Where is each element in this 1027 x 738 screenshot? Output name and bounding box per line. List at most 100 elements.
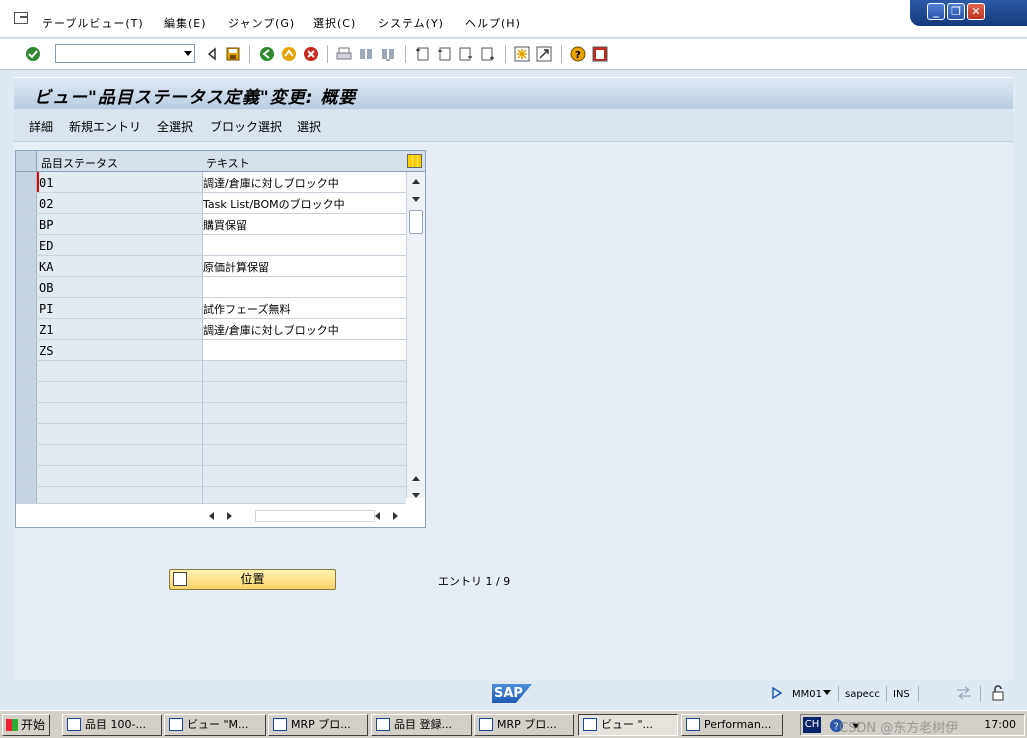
scroll-right-icon[interactable] — [227, 512, 232, 520]
cancel-icon[interactable] — [303, 46, 319, 62]
row-selector[interactable] — [16, 193, 37, 213]
menu-edit[interactable]: 編集(E) — [164, 15, 207, 31]
select-block-button[interactable]: ブロック選択 — [210, 118, 282, 135]
scrollbar-thumb[interactable] — [409, 210, 423, 234]
text-cell[interactable]: 調達/倉庫に対しブロック中 — [203, 172, 406, 192]
details-button[interactable]: 詳細 — [29, 118, 53, 135]
taskbar-item-active[interactable]: ビュー "... — [578, 714, 678, 736]
chevron-down-icon[interactable] — [184, 51, 192, 56]
app-menu-icon[interactable] — [14, 12, 28, 24]
text-cell[interactable] — [203, 235, 406, 255]
scroll-left-icon[interactable] — [375, 512, 380, 520]
text-cell[interactable]: Task List/BOMのブロック中 — [203, 193, 406, 213]
status-cell[interactable]: OB — [37, 277, 203, 297]
scroll-down-icon[interactable] — [412, 493, 420, 498]
lock-icon[interactable] — [990, 685, 1006, 701]
language-indicator[interactable]: CH — [803, 717, 821, 733]
text-cell[interactable]: 調達/倉庫に対しブロック中 — [203, 319, 406, 339]
command-field[interactable] — [55, 44, 195, 63]
find-next-icon[interactable] — [380, 46, 396, 62]
position-button[interactable]: 位置 — [169, 569, 336, 590]
status-cell[interactable]: 02 — [37, 193, 203, 213]
row-selector[interactable] — [16, 214, 37, 234]
row-selector[interactable] — [16, 445, 37, 465]
next-page-icon[interactable] — [458, 46, 474, 62]
row-selector[interactable] — [16, 277, 37, 297]
scroll-left-icon[interactable] — [209, 512, 214, 520]
shortcut-icon[interactable] — [536, 46, 552, 62]
table-settings-icon[interactable] — [407, 154, 422, 168]
status-cell[interactable]: ED — [37, 235, 203, 255]
previous-page-icon[interactable] — [436, 46, 452, 62]
start-button[interactable]: 开始 — [2, 714, 50, 736]
status-cell[interactable]: PI — [37, 298, 203, 318]
text-cell[interactable]: 原価計算保留 — [203, 256, 406, 276]
row-selector[interactable] — [16, 424, 37, 444]
chevron-down-icon[interactable] — [823, 690, 831, 695]
row-selector[interactable] — [16, 298, 37, 318]
scroll-right-icon[interactable] — [393, 512, 398, 520]
save-icon[interactable] — [225, 46, 241, 62]
row-selector[interactable] — [16, 256, 37, 276]
vertical-scrollbar[interactable] — [406, 172, 425, 498]
empty-cell — [37, 487, 203, 503]
back-icon[interactable] — [259, 46, 275, 62]
minimize-icon[interactable]: _ — [927, 3, 945, 20]
text-cell[interactable] — [203, 277, 406, 297]
status-cell[interactable]: 01 — [37, 172, 203, 192]
taskbar-item[interactable]: MRP ブロ... — [268, 714, 368, 736]
text-cell[interactable] — [203, 340, 406, 360]
restore-icon[interactable]: ❐ — [947, 3, 965, 20]
back-triangle-icon[interactable] — [204, 46, 220, 62]
row-selector[interactable] — [16, 487, 37, 503]
start-label: 开始 — [21, 718, 46, 732]
taskbar-item[interactable]: MRP ブロ... — [474, 714, 574, 736]
status-cell[interactable]: KA — [37, 256, 203, 276]
scroll-down-icon[interactable] — [412, 197, 420, 202]
find-icon[interactable] — [358, 46, 374, 62]
taskbar-item[interactable]: 品目 登録... — [371, 714, 472, 736]
help-icon[interactable]: ? — [570, 46, 586, 62]
last-page-icon[interactable] — [480, 46, 496, 62]
row-selector[interactable] — [16, 235, 37, 255]
row-selector[interactable] — [16, 403, 37, 423]
row-selector[interactable] — [16, 319, 37, 339]
status-cell[interactable]: ZS — [37, 340, 203, 360]
exit-icon[interactable] — [281, 46, 297, 62]
row-selector[interactable] — [16, 340, 37, 360]
first-page-icon[interactable] — [414, 46, 430, 62]
menu-system[interactable]: システム(Y) — [378, 15, 444, 31]
status-cell[interactable]: BP — [37, 214, 203, 234]
horizontal-scrollbar[interactable] — [201, 508, 401, 524]
empty-row — [16, 382, 406, 403]
column-header-status[interactable]: 品目ステータス — [41, 155, 118, 171]
new-session-icon[interactable] — [514, 46, 530, 62]
print-icon[interactable] — [336, 46, 352, 62]
taskbar-item[interactable]: 品目 100-... — [62, 714, 162, 736]
column-header-text[interactable]: テキスト — [206, 155, 250, 171]
status-cell[interactable]: Z1 — [37, 319, 203, 339]
row-selector[interactable] — [16, 466, 37, 486]
row-selector[interactable] — [16, 172, 37, 192]
enter-checkmark-icon[interactable] — [25, 46, 41, 62]
close-icon[interactable]: ✕ — [967, 3, 985, 20]
menu-table-view[interactable]: テーブルビュー(T) — [42, 15, 144, 31]
taskbar-item[interactable]: ビュー "M... — [164, 714, 266, 736]
layout-settings-icon[interactable] — [592, 46, 608, 62]
taskbar-item[interactable]: Performan... — [681, 714, 783, 736]
text-cell[interactable]: 購買保留 — [203, 214, 406, 234]
status-toggle-icon[interactable] — [772, 687, 782, 699]
menu-goto[interactable]: ジャンプ(G) — [228, 15, 295, 31]
scroll-up-icon[interactable] — [412, 476, 420, 481]
scroll-up-icon[interactable] — [412, 179, 420, 184]
row-selector[interactable] — [16, 361, 37, 381]
select-all-button[interactable]: 全選択 — [157, 118, 193, 135]
new-entries-button[interactable]: 新規エントリ — [69, 118, 141, 135]
horizontal-scroll-track[interactable] — [255, 510, 375, 522]
text-cell[interactable]: 試作フェーズ無料 — [203, 298, 406, 318]
menu-help[interactable]: ヘルプ(H) — [465, 15, 521, 31]
selection-button[interactable]: 選択 — [297, 118, 321, 135]
select-all-cell[interactable] — [16, 151, 37, 171]
menu-selection[interactable]: 選択(C) — [313, 15, 356, 31]
row-selector[interactable] — [16, 382, 37, 402]
